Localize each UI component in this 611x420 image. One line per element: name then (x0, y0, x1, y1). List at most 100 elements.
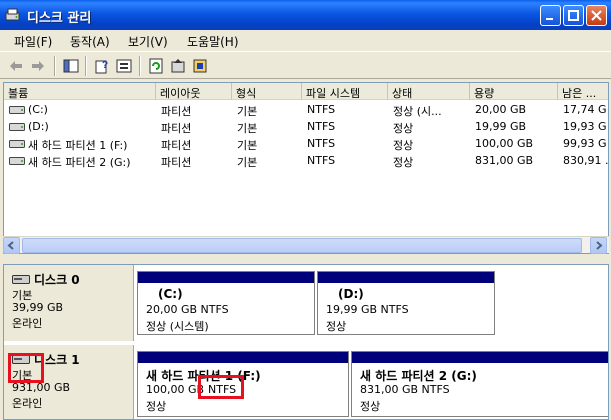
partition-title: 새 하드 파티션 2 (G:) (360, 369, 477, 383)
scroll-thumb[interactable] (22, 238, 582, 253)
toolbar-separator (85, 56, 87, 76)
maximize-button[interactable] (563, 5, 584, 26)
cell-filesystem: NTFS (307, 154, 336, 167)
partition-g[interactable]: 새 하드 파티션 2 (G:) 831,00 GB NTFS 정상 (351, 351, 608, 417)
cell-type: 기본 (237, 139, 258, 152)
volume-list[interactable]: 볼륨 레이아웃 형식 파일 시스템 상태 용량 남은 ... (C:) 파티션 … (3, 82, 609, 254)
highlight-filesystem (198, 375, 244, 399)
help-icon (116, 59, 132, 73)
cell-type: 기본 (237, 122, 258, 135)
chevron-right-icon (596, 241, 603, 250)
partition-info: 831,00 GB NTFS (360, 383, 450, 396)
partition-status: 정상 (시스템) (146, 320, 209, 333)
refresh-icon (149, 58, 163, 74)
table-row[interactable]: 새 하드 파티션 2 (G:) 파티션 기본 NTFS 정상 831,00 GB… (4, 152, 608, 169)
menu-view[interactable]: 보기(V) (128, 33, 168, 50)
cell-volume: (D:) (28, 120, 49, 133)
partition-title: (D:) (338, 287, 364, 301)
toolbar-separator (54, 56, 56, 76)
table-row[interactable]: (C:) 파티션 기본 NTFS 정상 (시... 20,00 GB 17,74… (4, 101, 608, 118)
export-button[interactable] (168, 56, 188, 76)
settings-button[interactable] (190, 56, 210, 76)
console-tree-icon (63, 59, 79, 73)
disk-management-window: 디스크 관리 파일(F) 동작(A) 보기(V) 도움말(H) ? 볼륨 레이아… (0, 0, 611, 420)
menu-help[interactable]: 도움말(H) (187, 33, 239, 50)
cell-type: 기본 (237, 105, 258, 118)
menu-file[interactable]: 파일(F) (14, 33, 52, 50)
hard-drive-icon (9, 106, 25, 114)
close-button[interactable] (586, 5, 607, 26)
scroll-right-button[interactable] (590, 237, 607, 254)
partition-title: (C:) (158, 287, 183, 301)
properties-button[interactable]: ? (92, 56, 112, 76)
cell-status: 정상 (393, 122, 414, 135)
cell-capacity: 831,00 GB (475, 154, 534, 167)
cell-volume: 새 하드 파티션 2 (G:) (28, 156, 131, 169)
cell-volume: (C:) (28, 103, 48, 116)
column-header-free-space[interactable]: 남은 ... (558, 83, 608, 100)
cell-layout: 파티션 (161, 156, 192, 169)
partition-status: 정상 (326, 320, 347, 333)
chevron-left-icon (7, 241, 14, 250)
disk-graphical-view: 디스크 0 기본 39,99 GB 온라인 (C:) 20,00 GB NTFS… (3, 264, 609, 420)
partition-info: 19,99 GB NTFS (326, 303, 409, 316)
cell-capacity: 100,00 GB (475, 137, 534, 150)
menu-action[interactable]: 동작(A) (70, 33, 110, 50)
column-header-layout[interactable]: 레이아웃 (156, 83, 232, 100)
partition-info: 20,00 GB NTFS (146, 303, 229, 316)
column-header-type[interactable]: 형식 (232, 83, 302, 100)
cell-layout: 파티션 (161, 139, 192, 152)
pane-splitter[interactable] (0, 256, 611, 264)
minimize-icon (546, 18, 553, 20)
cell-layout: 파티션 (161, 105, 192, 118)
column-header-filesystem[interactable]: 파일 시스템 (302, 83, 388, 100)
toolbar-separator (139, 56, 141, 76)
column-header-capacity[interactable]: 용량 (470, 83, 558, 100)
hard-drive-icon (9, 157, 25, 165)
back-button[interactable] (6, 56, 26, 76)
partition-c[interactable]: (C:) 20,00 GB NTFS 정상 (시스템) (137, 271, 315, 335)
minimize-button[interactable] (540, 5, 561, 26)
cell-filesystem: NTFS (307, 120, 336, 133)
help-button[interactable] (114, 56, 134, 76)
table-row[interactable]: 새 하드 파티션 1 (F:) 파티션 기본 NTFS 정상 100,00 GB… (4, 135, 608, 152)
cell-volume: 새 하드 파티션 1 (F:) (28, 139, 128, 152)
maximize-icon (568, 10, 579, 21)
horizontal-scrollbar[interactable] (3, 236, 609, 254)
disk-name: 디스크 0 (34, 273, 80, 287)
window-title: 디스크 관리 (27, 11, 92, 26)
cell-type: 기본 (237, 156, 258, 169)
cell-status: 정상 (393, 139, 414, 152)
cell-status: 정상 (시... (393, 105, 442, 118)
forward-arrow-icon (32, 61, 44, 71)
export-icon (171, 59, 185, 73)
partition-bar (318, 272, 494, 283)
partition-bar (138, 272, 314, 283)
cell-capacity: 19,99 GB (475, 120, 527, 133)
partition-bar (352, 352, 608, 363)
scroll-left-button[interactable] (3, 237, 20, 254)
disk-0-label[interactable]: 디스크 0 기본 39,99 GB 온라인 (4, 265, 134, 341)
cell-free-space: 19,93 G (563, 120, 607, 133)
disk-management-icon (5, 8, 20, 21)
forward-button[interactable] (28, 56, 48, 76)
cell-status: 정상 (393, 156, 414, 169)
properties-icon: ? (95, 60, 108, 74)
table-row[interactable]: (D:) 파티션 기본 NTFS 정상 19,99 GB 19,93 G (4, 118, 608, 135)
show-hide-tree-button[interactable] (61, 56, 81, 76)
close-icon (591, 10, 602, 21)
partition-d[interactable]: (D:) 19,99 GB NTFS 정상 (317, 271, 495, 335)
refresh-button[interactable] (146, 56, 166, 76)
settings-icon (193, 59, 207, 73)
toolbar: ? (0, 51, 611, 79)
partition-status: 정상 (146, 400, 167, 413)
partition-status: 정상 (360, 400, 381, 413)
column-header-status[interactable]: 상태 (388, 83, 470, 100)
disk-size: 39,99 GB (12, 301, 64, 314)
column-header-volume[interactable]: 볼륨 (4, 83, 156, 100)
svg-text:?: ? (102, 60, 108, 71)
hard-drive-icon (12, 275, 30, 284)
disk-state: 온라인 (12, 317, 43, 330)
title-bar[interactable]: 디스크 관리 (0, 0, 611, 30)
partition-size: 100,00 GB (146, 383, 205, 396)
